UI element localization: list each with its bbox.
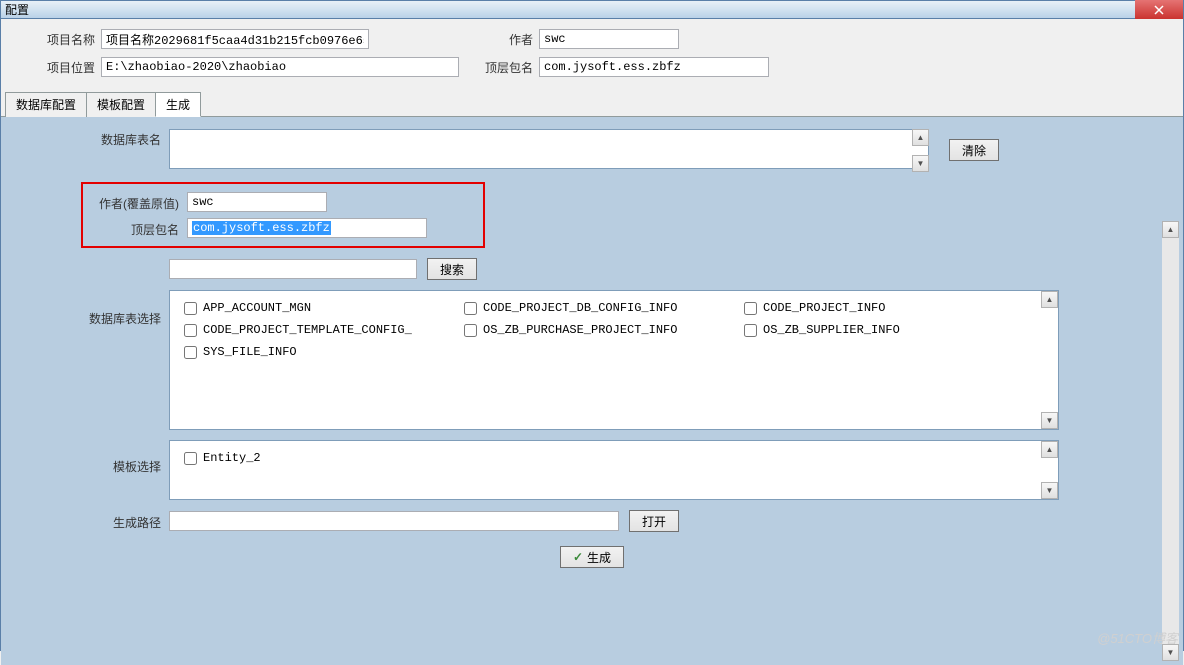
table-name: APP_ACCOUNT_MGN — [203, 301, 311, 315]
close-button[interactable] — [1135, 0, 1183, 20]
top-form: 项目名称 作者 项目位置 顶层包名 — [1, 19, 1183, 91]
open-button[interactable]: 打开 — [629, 510, 679, 532]
table-checkbox-item[interactable]: CODE_PROJECT_DB_CONFIG_INFO — [464, 301, 744, 315]
tab-bar: 数据库配置 模板配置 生成 — [1, 91, 1183, 117]
tab-content-generate: 数据库表名 ▲ ▼ 清除 作者(覆盖原值) 顶层包名 — [1, 117, 1183, 665]
template-checkbox-item[interactable]: Entity_2 — [184, 451, 464, 465]
top-pkg-label: 顶层包名 — [459, 59, 539, 76]
template-list: Entity_2 — [184, 451, 1044, 473]
table-checkbox-item[interactable]: OS_ZB_SUPPLIER_INFO — [744, 323, 1024, 337]
tables-list: APP_ACCOUNT_MGN CODE_PROJECT_DB_CONFIG_IN… — [184, 301, 1044, 367]
db-table-label: 数据库表名 — [29, 129, 169, 148]
search-button[interactable]: 搜索 — [427, 258, 477, 280]
table-name: OS_ZB_SUPPLIER_INFO — [763, 323, 900, 337]
table-checkbox[interactable] — [184, 324, 197, 337]
project-loc-input[interactable] — [101, 57, 459, 77]
author-override-label: 作者(覆盖原值) — [95, 193, 187, 212]
table-checkbox-item[interactable]: CODE_PROJECT_INFO — [744, 301, 1024, 315]
table-checkbox[interactable] — [464, 324, 477, 337]
table-checkbox[interactable] — [184, 346, 197, 359]
generate-label: 生成 — [587, 549, 611, 566]
titlebar[interactable]: 配置 — [1, 1, 1183, 19]
gen-top-pkg-label: 顶层包名 — [95, 219, 187, 238]
top-pkg-input[interactable] — [539, 57, 769, 77]
close-icon — [1154, 5, 1164, 15]
project-name-input[interactable] — [101, 29, 369, 49]
table-name: CODE_PROJECT_INFO — [763, 301, 885, 315]
highlight-box: 作者(覆盖原值) 顶层包名 com.jysoft.ess.zbfz — [81, 182, 485, 248]
tab-db-config[interactable]: 数据库配置 — [5, 92, 87, 117]
window-title: 配置 — [5, 1, 29, 18]
search-spacer — [29, 268, 169, 270]
author-input[interactable] — [539, 29, 679, 49]
scroll-up-button[interactable]: ▲ — [912, 129, 929, 146]
table-checkbox[interactable] — [184, 302, 197, 315]
tpl-scroll-down[interactable]: ▼ — [1041, 482, 1058, 499]
selected-pkg-text: com.jysoft.ess.zbfz — [192, 221, 331, 235]
table-checkbox-item[interactable]: OS_ZB_PURCHASE_PROJECT_INFO — [464, 323, 744, 337]
template-checkbox[interactable] — [184, 452, 197, 465]
outer-scroll-up[interactable]: ▲ — [1162, 221, 1179, 238]
outer-scrollbar[interactable]: ▲ ▼ — [1162, 221, 1179, 661]
scroll-down-button[interactable]: ▼ — [912, 155, 929, 172]
check-icon: ✓ — [573, 550, 583, 564]
template-name: Entity_2 — [203, 451, 261, 465]
author-label: 作者 — [369, 31, 539, 48]
table-name: CODE_PROJECT_DB_CONFIG_INFO — [483, 301, 677, 315]
tab-generate[interactable]: 生成 — [155, 92, 201, 117]
tab-template-config[interactable]: 模板配置 — [86, 92, 156, 117]
watermark: @51CTO博客 — [1097, 628, 1178, 647]
tpl-scroll-up[interactable]: ▲ — [1041, 441, 1058, 458]
project-name-label: 项目名称 — [21, 31, 101, 48]
generate-button[interactable]: ✓ 生成 — [560, 546, 624, 568]
config-window: 配置 项目名称 作者 项目位置 顶层包名 数据库配置 模板配置 生成 — [0, 0, 1184, 651]
table-checkbox[interactable] — [744, 302, 757, 315]
author-override-input[interactable] — [187, 192, 327, 212]
content-area: 项目名称 作者 项目位置 顶层包名 数据库配置 模板配置 生成 数据库表名 — [1, 19, 1183, 665]
clear-button[interactable]: 清除 — [949, 139, 999, 161]
table-checkbox-item[interactable]: APP_ACCOUNT_MGN — [184, 301, 464, 315]
template-panel: Entity_2 ▲ ▼ — [169, 440, 1059, 500]
table-checkbox[interactable] — [464, 302, 477, 315]
panel-scroll-down[interactable]: ▼ — [1041, 412, 1058, 429]
tpl-select-label: 模板选择 — [29, 440, 169, 475]
table-name: SYS_FILE_INFO — [203, 345, 297, 359]
gen-path-input[interactable] — [169, 511, 619, 531]
db-table-panel: APP_ACCOUNT_MGN CODE_PROJECT_DB_CONFIG_IN… — [169, 290, 1059, 430]
table-name: OS_ZB_PURCHASE_PROJECT_INFO — [483, 323, 677, 337]
panel-scroll-up[interactable]: ▲ — [1041, 291, 1058, 308]
db-table-textarea[interactable] — [169, 129, 929, 169]
table-checkbox-item[interactable]: SYS_FILE_INFO — [184, 345, 464, 359]
table-checkbox[interactable] — [744, 324, 757, 337]
gen-path-label: 生成路径 — [29, 512, 169, 531]
search-input[interactable] — [169, 259, 417, 279]
gen-top-pkg-input[interactable]: com.jysoft.ess.zbfz — [187, 218, 427, 238]
table-checkbox-item[interactable]: CODE_PROJECT_TEMPLATE_CONFIG_ — [184, 323, 464, 337]
table-name: CODE_PROJECT_TEMPLATE_CONFIG_ — [203, 323, 412, 337]
db-select-label: 数据库表选择 — [29, 290, 169, 327]
project-loc-label: 项目位置 — [21, 59, 101, 76]
